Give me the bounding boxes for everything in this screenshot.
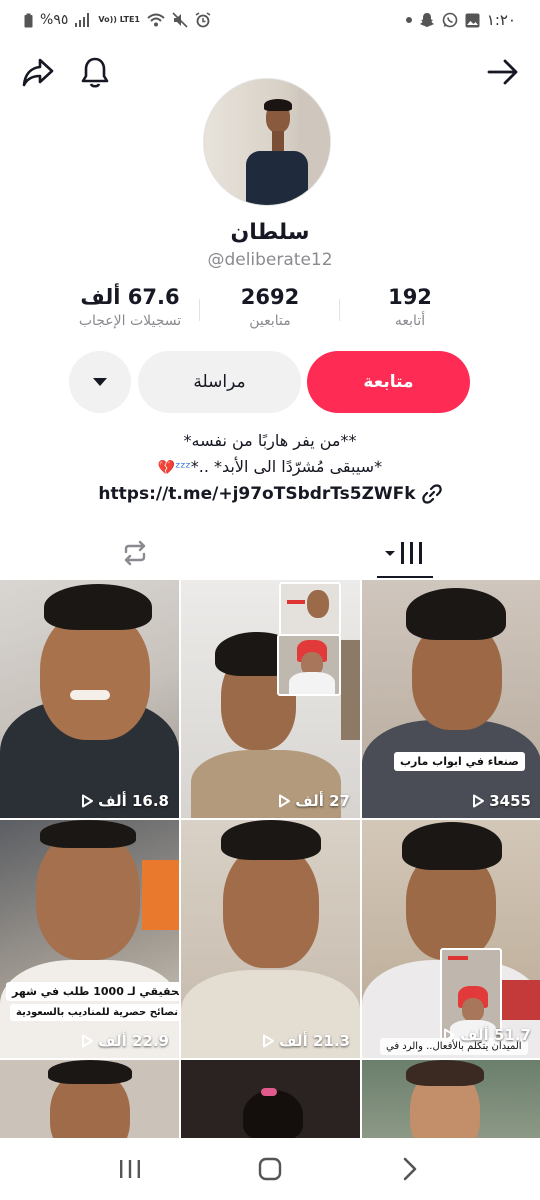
profile-stats: 192 أتابعه 2692 متابعين 67.6 ألف تسجيلات…: [60, 285, 480, 341]
dot-icon: [405, 17, 412, 23]
clock: ١:٢٠: [486, 11, 516, 29]
tab-reposts[interactable]: [0, 528, 270, 578]
recent-apps-icon: [120, 1160, 140, 1178]
bio-link-text[interactable]: https://t.me/+j97oTSbdrTs5ZWFk: [98, 484, 415, 504]
network-type: Vo)) LTE1: [98, 15, 140, 24]
view-count-text: 21.3 ألف: [279, 1032, 350, 1050]
arrow-right-icon: [487, 59, 518, 85]
video-thumbnail[interactable]: السر الحقيقي لـ 1000 طلب في شهر نصائح حص…: [0, 820, 179, 1058]
view-count-text: 51.7 ألف: [460, 1026, 531, 1044]
back-nav-button[interactable]: [380, 1144, 440, 1194]
video-grid: 16.8 ألف 27 ألف صنعاء في ابواب مارب 3455…: [0, 580, 540, 1142]
stat-value: 2692: [240, 285, 300, 309]
play-icon: [473, 794, 485, 808]
stat-followers[interactable]: 2692 متابعين: [200, 285, 340, 341]
profile-name: سلطان: [230, 220, 310, 245]
status-bar-left: %٩٥ Vo)) LTE1: [24, 12, 211, 28]
bell-icon: [81, 57, 109, 88]
play-icon: [82, 1034, 94, 1048]
view-count-text: 3455: [489, 792, 531, 810]
follow-button[interactable]: متابعة: [307, 351, 470, 413]
share-icon: [22, 58, 54, 87]
bio-emoji: ᶻᶻᶻ💔: [157, 460, 191, 476]
alarm-icon: [195, 12, 211, 28]
play-icon: [263, 1034, 275, 1048]
view-count: 3455: [471, 792, 531, 810]
avatar[interactable]: [203, 78, 331, 206]
home-icon: [258, 1157, 282, 1181]
bio-line: **من يفر هاربًا من نفسه*: [183, 431, 357, 450]
signal-icon: [75, 13, 91, 27]
system-nav-bar: [0, 1138, 540, 1200]
recent-apps-button[interactable]: [100, 1144, 160, 1194]
bio-link[interactable]: https://t.me/+j97oTSbdrTs5ZWFk: [0, 484, 540, 504]
view-count: 16.8 ألف: [80, 792, 169, 810]
stat-following[interactable]: 192 أتابعه: [340, 285, 480, 341]
profile-handle: @deliberate12: [207, 250, 333, 270]
video-thumbnail[interactable]: صنعاء في ابواب مارب 3455: [362, 580, 540, 818]
view-count: 27 ألف: [277, 792, 350, 810]
stat-value: 192: [388, 285, 432, 309]
stat-likes[interactable]: 67.6 ألف تسجيلات الإعجاب: [60, 285, 200, 341]
video-thumbnail[interactable]: الميدان يتكلم بالأفعال.. والرد في 51.7 أ…: [362, 820, 540, 1058]
stat-label: أتابعه: [394, 313, 426, 329]
stat-label: تسجيلات الإعجاب: [78, 313, 182, 329]
mute-icon: [172, 12, 188, 28]
wifi-icon: [147, 13, 165, 27]
status-bar-right: ١:٢٠: [405, 11, 516, 29]
bio-text: *سيبقى مُشرّدًا الى الأبد* ..*: [190, 457, 383, 476]
video-caption: صنعاء في ابواب مارب: [394, 752, 525, 771]
view-count-text: 16.8 ألف: [98, 792, 169, 810]
gallery-icon: [465, 13, 480, 28]
video-caption: السر الحقيقي لـ 1000 طلب في شهر: [6, 982, 179, 1001]
video-thumbnail[interactable]: 16.8 ألف: [0, 580, 179, 818]
back-button[interactable]: [483, 52, 523, 92]
view-count-text: 22.9 ألف: [98, 1032, 169, 1050]
stat-value: 67.6 ألف: [80, 285, 180, 309]
status-bar: %٩٥ Vo)) LTE1 ١:٢٠: [0, 0, 540, 40]
battery-icon: [24, 13, 33, 28]
video-thumbnail[interactable]: [0, 1060, 179, 1142]
video-thumbnail[interactable]: [181, 1060, 360, 1142]
video-thumbnail[interactable]: 21.3 ألف: [181, 820, 360, 1058]
play-icon: [444, 1028, 456, 1042]
chevron-right-icon: [403, 1157, 417, 1181]
videos-grid-icon: [385, 542, 422, 564]
notification-bell-button[interactable]: [75, 52, 115, 92]
view-count-text: 27 ألف: [295, 792, 350, 810]
bio-line: *سيبقى مُشرّدًا الى الأبد* ..*ᶻᶻᶻ💔: [0, 454, 540, 481]
play-icon: [279, 794, 291, 808]
repost-icon: [124, 540, 146, 566]
snapchat-icon: [419, 12, 435, 28]
stat-label: متابعين: [249, 313, 291, 329]
profile-bio: **من يفر هاربًا من نفسه* *سيبقى مُشرّدًا…: [0, 428, 540, 481]
battery-percent: %٩٥: [40, 12, 69, 28]
profile-tabs: [0, 528, 540, 578]
caret-down-icon: [93, 378, 107, 386]
view-count: 51.7 ألف: [442, 1026, 531, 1044]
view-count: 21.3 ألف: [261, 1032, 350, 1050]
home-button[interactable]: [240, 1144, 300, 1194]
video-thumbnail[interactable]: 27 ألف: [181, 580, 360, 818]
tab-videos[interactable]: [270, 528, 540, 578]
video-caption-secondary: نصائح حصرية للمناديب بالسعودية: [10, 1004, 179, 1021]
share-button[interactable]: [18, 52, 58, 92]
whatsapp-icon: [442, 12, 458, 28]
more-options-button[interactable]: [69, 351, 131, 413]
link-icon: [421, 484, 442, 504]
message-button[interactable]: مراسلة: [138, 351, 301, 413]
play-icon: [82, 794, 94, 808]
video-thumbnail[interactable]: [362, 1060, 540, 1142]
view-count: 22.9 ألف: [80, 1032, 169, 1050]
